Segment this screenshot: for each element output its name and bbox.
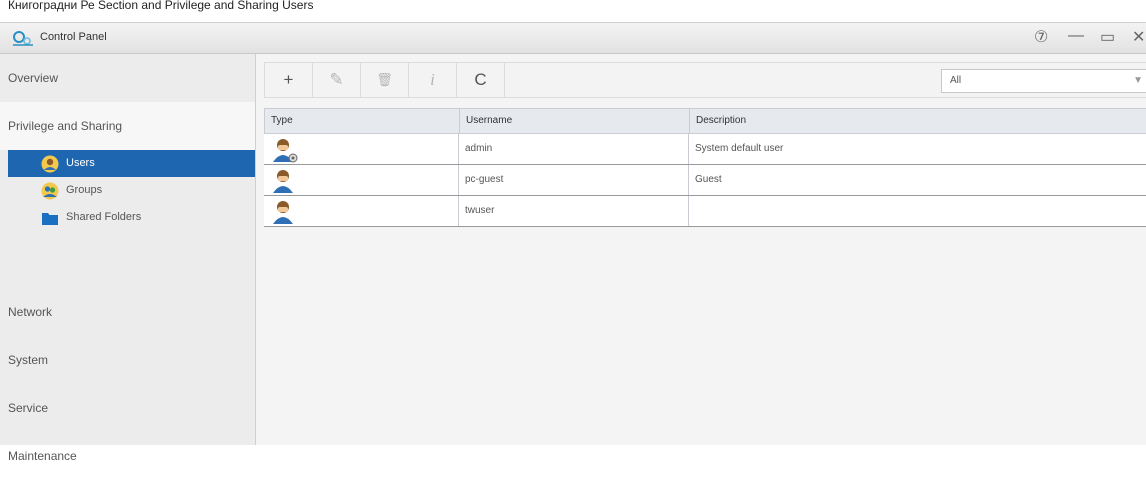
table-cell-description: Guest	[688, 165, 1146, 195]
table-cell-type	[264, 196, 458, 226]
close-icon[interactable]: ✕	[1132, 27, 1145, 47]
window-title: Control Panel	[40, 31, 107, 43]
main-content: + ✎ 🗑 i C All ▼ Type Username Descriptio…	[256, 54, 1146, 445]
control-panel-window: Control Panel ⑦ — ▭ ✕ Overview Privilege…	[0, 22, 1146, 463]
table-cell-type	[264, 134, 458, 164]
table-cell-username: admin	[458, 134, 688, 164]
chevron-down-icon: ▼	[1133, 75, 1143, 86]
sidebar-item-shared-folders[interactable]: Shared Folders	[8, 204, 255, 231]
help-icon[interactable]: ⑦	[1034, 27, 1048, 47]
table-row[interactable]: twuser	[264, 196, 1146, 227]
table-cell-username: twuser	[458, 196, 688, 226]
sidebar-section-maintenance[interactable]: Maintenance	[0, 432, 255, 480]
user-icon	[41, 155, 59, 173]
title-bar: Control Panel ⑦ — ▭ ✕	[0, 23, 1146, 54]
column-header-type[interactable]: Type	[265, 109, 459, 133]
column-header-description[interactable]: Description	[689, 109, 1146, 133]
table-header: Type Username Description	[264, 108, 1146, 134]
user-icon	[273, 170, 293, 193]
table-cell-type	[264, 165, 458, 195]
admin-user-icon	[273, 139, 298, 163]
sidebar-section-system[interactable]: System	[0, 336, 255, 384]
users-table: Type Username Description admin System d…	[264, 108, 1146, 227]
table-cell-description: System default user	[688, 134, 1146, 164]
sidebar-section-privilege-and-sharing[interactable]: Privilege and Sharing	[0, 102, 255, 150]
refresh-button[interactable]: C	[457, 63, 505, 97]
sidebar: Overview Privilege and Sharing Users Gro…	[0, 54, 256, 463]
folder-icon	[42, 213, 58, 225]
user-icon	[273, 201, 293, 224]
groups-icon	[41, 182, 59, 200]
sidebar-item-label: Shared Folders	[66, 211, 142, 223]
table-row[interactable]: admin System default user	[264, 134, 1146, 165]
sidebar-item-users[interactable]: Users	[8, 150, 255, 177]
maximize-icon[interactable]: ▭	[1100, 27, 1115, 47]
sidebar-item-label: Groups	[66, 184, 103, 196]
table-cell-username: pc-guest	[458, 165, 688, 195]
sidebar-section-service[interactable]: Service	[0, 384, 255, 432]
sidebar-section-overview[interactable]: Overview	[0, 54, 255, 102]
table-row[interactable]: pc-guest Guest	[264, 165, 1146, 196]
add-button[interactable]: +	[265, 63, 313, 97]
filter-select[interactable]: All ▼	[941, 69, 1146, 93]
toolbar: + ✎ 🗑 i C All ▼	[264, 62, 1146, 98]
minimize-icon[interactable]: —	[1068, 27, 1084, 45]
column-header-username[interactable]: Username	[459, 109, 689, 133]
sidebar-item-groups[interactable]: Groups	[8, 177, 255, 204]
caption-text: Книгоградни Ре Section and Privilege and…	[8, 0, 314, 12]
table-cell-description	[688, 196, 1146, 226]
edit-button[interactable]: ✎	[313, 63, 361, 97]
sidebar-item-label: Users	[66, 157, 95, 169]
control-panel-logo-icon	[13, 31, 33, 46]
filter-value: All	[950, 75, 962, 86]
delete-button[interactable]: 🗑	[361, 63, 409, 97]
info-button[interactable]: i	[409, 63, 457, 97]
sidebar-section-network[interactable]: Network	[0, 288, 255, 336]
